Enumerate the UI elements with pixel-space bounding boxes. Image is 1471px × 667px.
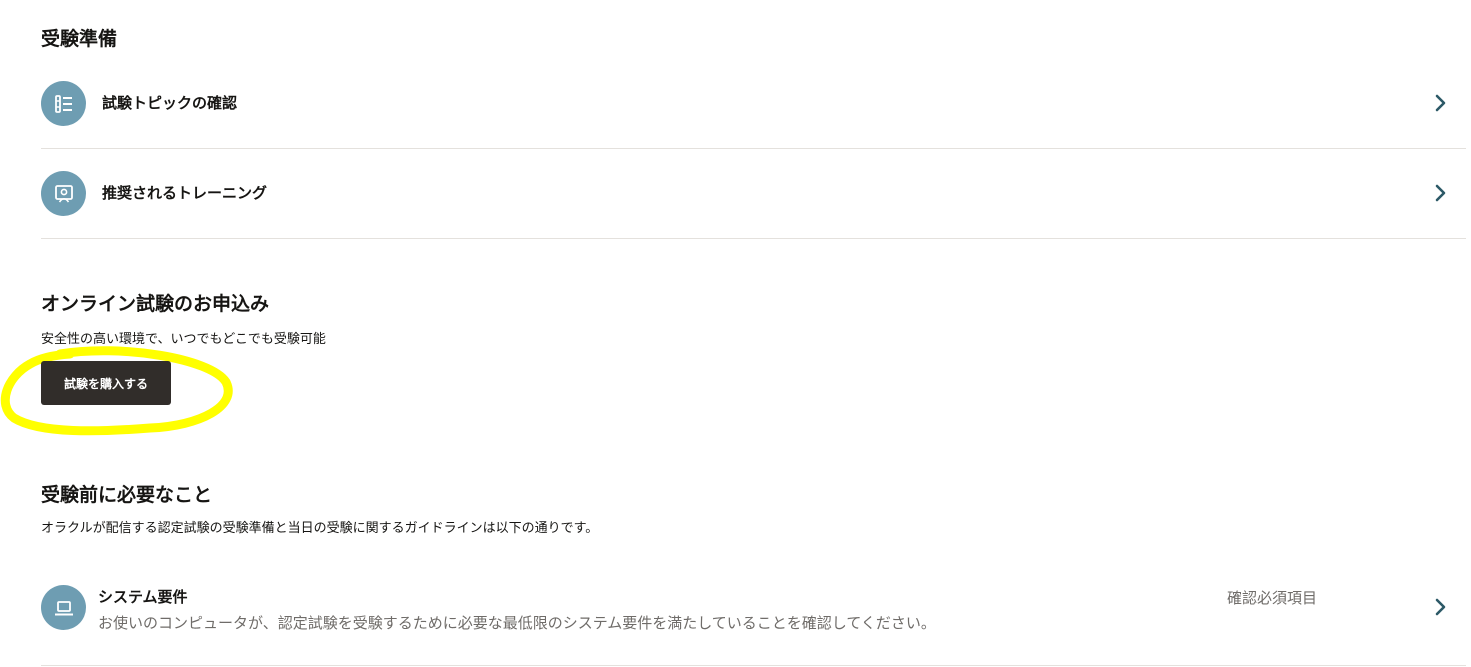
before-section-description: オラクルが配信する認定試験の受験準備と当日の受験に関するガイドラインは以下の通り… — [41, 521, 599, 536]
presenter-icon — [41, 171, 86, 216]
prep-section-title: 受験準備 — [41, 28, 118, 50]
online-section-title: オンライン試験のお申込み — [41, 293, 270, 315]
before-section-title: 受験前に必要なこと — [41, 484, 213, 506]
online-section-description: 安全性の高い環境で、いつでもどこでも受験可能 — [41, 332, 326, 347]
system-requirements-description: お使いのコンピュータが、認定試験を受験するために必要な最低限のシステム要件を満た… — [98, 614, 936, 632]
buy-exam-button[interactable]: 試験を購入する — [41, 361, 171, 405]
exam-topics-link[interactable]: 試験トピックの確認 — [41, 59, 1466, 149]
chevron-right-icon — [1434, 597, 1448, 617]
chevron-right-icon — [1434, 93, 1448, 113]
recommended-training-label: 推奨されるトレーニング — [102, 184, 268, 202]
system-requirements-title: システム要件 — [98, 588, 188, 606]
system-requirements-link[interactable]: システム要件 お使いのコンピュータが、認定試験を受験するために必要な最低限のシス… — [41, 562, 1466, 666]
laptop-icon — [41, 585, 86, 630]
exam-topics-label: 試験トピックの確認 — [102, 94, 238, 112]
list-icon — [41, 81, 86, 126]
page: 受験準備 試験トピックの確認 推奨されるトレーニング オンライン試験のお申込み … — [0, 0, 1471, 667]
chevron-right-icon — [1434, 183, 1448, 203]
recommended-training-link[interactable]: 推奨されるトレーニング — [41, 149, 1466, 239]
required-item-tag: 確認必須項目 — [1227, 589, 1318, 607]
